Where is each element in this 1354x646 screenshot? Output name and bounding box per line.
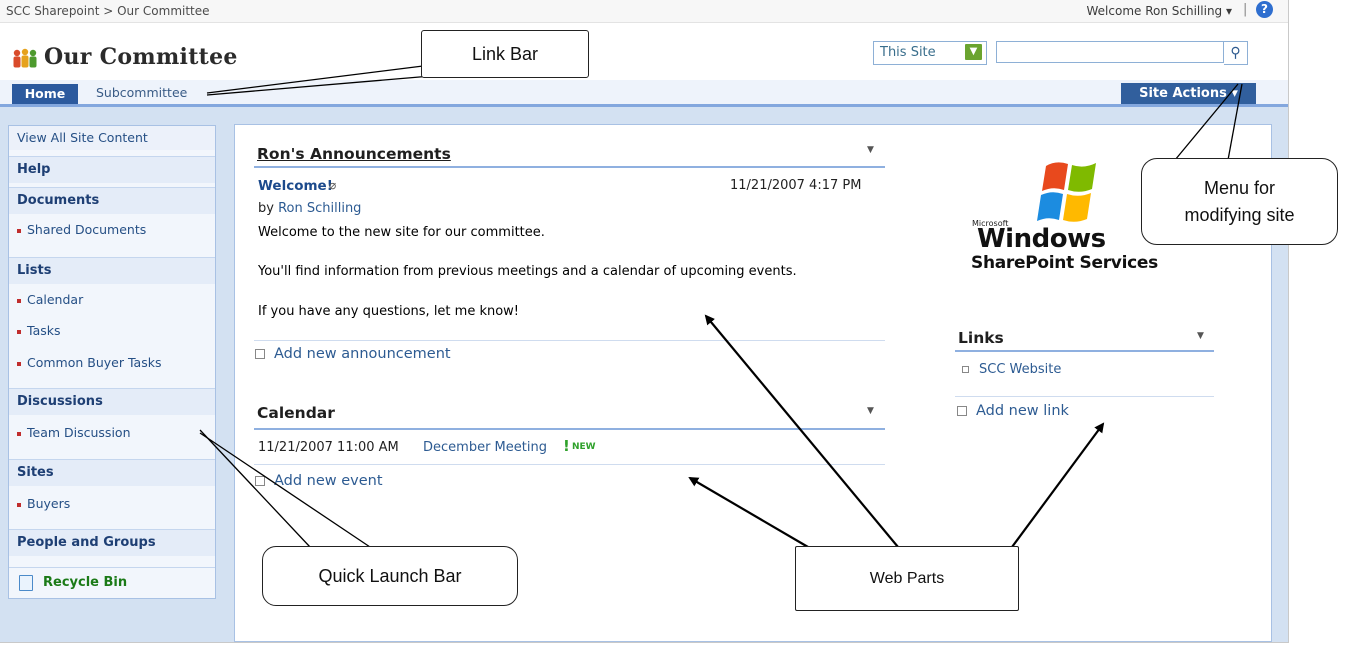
announcement-byline: by Ron Schilling bbox=[258, 201, 361, 216]
ql-item-label: Team Discussion bbox=[27, 425, 131, 440]
callout-menu-line: modifying site bbox=[1184, 205, 1295, 225]
welcome-menu[interactable]: Welcome Ron Schilling ▾ bbox=[1087, 4, 1232, 18]
calendar-title[interactable]: Calendar bbox=[257, 404, 335, 422]
tab-home[interactable]: Home bbox=[12, 84, 78, 104]
chevron-down-icon[interactable]: ▼ bbox=[867, 406, 874, 416]
add-item-icon bbox=[255, 349, 265, 359]
announcement-item-title[interactable]: Welcome! bbox=[258, 178, 333, 194]
view-all-site-content-link[interactable]: View All Site Content bbox=[9, 126, 215, 150]
callout-menu-modifying-site: Menu for modifying site bbox=[1141, 158, 1338, 245]
site-actions-button[interactable]: Site Actions ▾ bbox=[1121, 83, 1256, 104]
global-top-bar: SCC Sharepoint > Our Committee Welcome R… bbox=[0, 0, 1288, 23]
ql-item-shared-documents[interactable]: Shared Documents bbox=[17, 222, 146, 237]
topbar-separator: | bbox=[1243, 2, 1248, 17]
announcements-title-rule bbox=[254, 166, 885, 168]
links-title[interactable]: Links bbox=[958, 329, 1004, 347]
add-new-event-link[interactable]: Add new event bbox=[255, 473, 383, 489]
sharepoint-logo-text: SharePoint Services bbox=[971, 253, 1158, 273]
search-scope-select[interactable]: This Site ▼ bbox=[873, 41, 987, 65]
ql-heading-documents[interactable]: Documents bbox=[9, 187, 215, 214]
announcements-title[interactable]: Ron's Announcements bbox=[257, 145, 451, 163]
calendar-title-rule bbox=[254, 428, 885, 430]
event-date: 11/21/2007 11:00 AM bbox=[258, 440, 399, 455]
bullet-icon bbox=[962, 366, 969, 373]
add-link-label: Add new announcement bbox=[274, 346, 451, 362]
site-title[interactable]: Our Committee bbox=[44, 44, 238, 70]
link-item-label: SCC Website bbox=[979, 362, 1062, 377]
windows-flag-logo bbox=[1037, 162, 1096, 222]
bullet-icon bbox=[17, 329, 21, 334]
divider bbox=[254, 340, 885, 341]
callout-web-parts: Web Parts bbox=[795, 546, 1019, 611]
add-item-icon bbox=[957, 406, 967, 416]
recycle-bin-label: Recycle Bin bbox=[43, 575, 128, 590]
ql-item-buyers[interactable]: Buyers bbox=[17, 496, 70, 511]
announcement-body-line: Welcome to the new site for our committe… bbox=[258, 225, 545, 240]
new-badge: NEW bbox=[572, 442, 596, 452]
search-input[interactable] bbox=[996, 41, 1224, 63]
ql-heading-sites[interactable]: Sites bbox=[9, 459, 215, 486]
links-title-rule bbox=[955, 350, 1214, 352]
ql-item-calendar[interactable]: Calendar bbox=[17, 292, 83, 307]
ql-item-label: Buyers bbox=[27, 496, 71, 511]
link-item[interactable]: SCC Website bbox=[962, 362, 1061, 377]
event-title-link[interactable]: December Meeting bbox=[423, 440, 547, 455]
ql-item-tasks[interactable]: Tasks bbox=[17, 323, 61, 338]
ql-heading-people-groups[interactable]: People and Groups bbox=[9, 529, 215, 556]
ql-item-label: Tasks bbox=[27, 323, 61, 338]
quick-launch: View All Site Content Help Documents Sha… bbox=[8, 125, 216, 599]
chevron-down-icon[interactable]: ▼ bbox=[1197, 331, 1204, 341]
bullet-icon bbox=[17, 502, 21, 507]
search-icon[interactable]: ⚲ bbox=[1224, 41, 1248, 65]
callout-quick-launch-bar: Quick Launch Bar bbox=[262, 546, 518, 606]
add-item-icon bbox=[255, 476, 265, 486]
chevron-down-icon[interactable]: ▼ bbox=[867, 145, 874, 155]
byline-prefix: by bbox=[258, 201, 279, 216]
site-people-icon bbox=[13, 48, 37, 68]
attachment-icon: ⌀ bbox=[329, 178, 337, 192]
add-link-label: Add new link bbox=[976, 403, 1069, 419]
ql-item-label: Common Buyer Tasks bbox=[27, 355, 162, 370]
bullet-icon bbox=[17, 361, 21, 366]
callout-menu-line: Menu for bbox=[1203, 178, 1276, 198]
recycle-bin-icon bbox=[19, 574, 33, 591]
divider bbox=[254, 464, 885, 465]
add-new-link-link[interactable]: Add new link bbox=[957, 403, 1069, 419]
ql-heading-help[interactable]: Help bbox=[9, 156, 215, 183]
new-item-icon: ! bbox=[563, 437, 570, 455]
windows-logo-text: Windows bbox=[977, 224, 1106, 254]
announcement-body-line: You'll find information from previous me… bbox=[258, 264, 797, 279]
announcement-date: 11/21/2007 4:17 PM bbox=[730, 178, 862, 193]
bullet-icon bbox=[17, 431, 21, 436]
ql-heading-discussions[interactable]: Discussions bbox=[9, 388, 215, 415]
divider bbox=[955, 396, 1214, 397]
ql-item-team-discussion[interactable]: Team Discussion bbox=[17, 425, 131, 440]
add-link-label: Add new event bbox=[274, 473, 383, 489]
breadcrumb[interactable]: SCC Sharepoint > Our Committee bbox=[6, 4, 210, 18]
chevron-down-icon[interactable]: ▼ bbox=[965, 44, 982, 60]
author-link[interactable]: Ron Schilling bbox=[278, 201, 361, 216]
help-icon[interactable]: ? bbox=[1256, 1, 1273, 18]
search-scope-value: This Site bbox=[880, 45, 936, 60]
ql-item-common-buyer-tasks[interactable]: Common Buyer Tasks bbox=[17, 355, 161, 370]
top-link-bar bbox=[0, 80, 1288, 107]
ql-heading-lists[interactable]: Lists bbox=[9, 257, 215, 284]
bullet-icon bbox=[17, 228, 21, 233]
ql-item-label: Shared Documents bbox=[27, 222, 147, 237]
announcement-body-line: If you have any questions, let me know! bbox=[258, 304, 520, 319]
ql-item-label: Calendar bbox=[27, 292, 84, 307]
callout-link-bar: Link Bar bbox=[421, 30, 589, 78]
add-new-announcement-link[interactable]: Add new announcement bbox=[255, 346, 451, 362]
recycle-bin-link[interactable]: Recycle Bin bbox=[9, 567, 215, 598]
tab-subcommittee[interactable]: Subcommittee bbox=[96, 85, 187, 100]
bullet-icon bbox=[17, 298, 21, 303]
